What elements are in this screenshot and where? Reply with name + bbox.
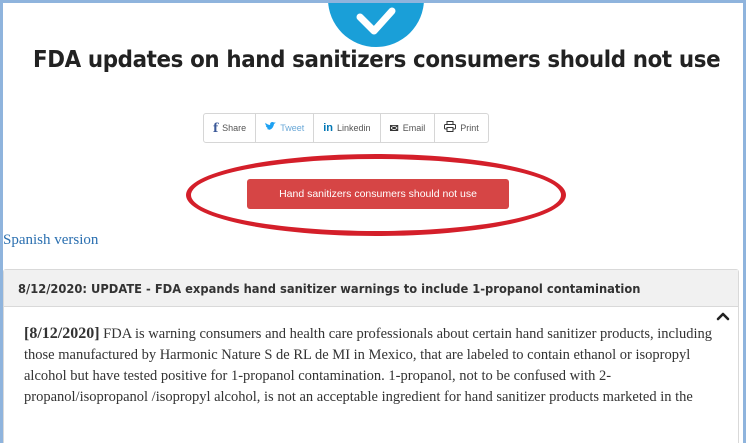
spanish-version-link[interactable]: Spanish version — [3, 232, 98, 249]
linkedin-icon: in — [323, 122, 333, 134]
print-icon — [444, 121, 457, 135]
page-frame: FDA updates on hand sanitizers consumers… — [3, 3, 743, 443]
facebook-icon: f — [213, 121, 219, 135]
page-title: FDA updates on hand sanitizers consumers… — [33, 47, 721, 73]
share-linkedin-button[interactable]: in Linkedin — [314, 114, 381, 142]
checkmark-icon — [356, 7, 396, 35]
share-print-button[interactable]: Print — [435, 114, 488, 142]
twitter-icon — [265, 122, 277, 134]
email-icon: ✉ — [389, 122, 399, 135]
panel-heading[interactable]: 8/12/2020: UPDATE - FDA expands hand san… — [4, 270, 738, 307]
panel-body-text: FDA is warning consumers and health care… — [24, 326, 713, 405]
panel-heading-text: 8/12/2020: UPDATE - FDA expands hand san… — [18, 280, 641, 296]
share-email-button[interactable]: ✉ Email — [381, 114, 436, 142]
share-bar: f Share Tweet in Linkedin ✉ Email Print — [203, 113, 489, 143]
checkmark-badge — [328, 3, 424, 47]
email-label: Email — [402, 123, 426, 133]
linkedin-label: Linkedin — [337, 123, 371, 133]
share-facebook-button[interactable]: f Share — [204, 114, 257, 142]
panel-body: [8/12/2020] FDA is warning consumers and… — [4, 307, 738, 408]
tweet-label: Tweet — [280, 123, 305, 133]
hand-sanitizers-list-button[interactable]: Hand sanitizers consumers should not use — [247, 179, 509, 209]
share-label: Share — [222, 123, 247, 133]
update-panel: 8/12/2020: UPDATE - FDA expands hand san… — [3, 269, 739, 443]
share-twitter-button[interactable]: Tweet — [256, 114, 315, 142]
update-date: [8/12/2020] — [24, 325, 100, 342]
print-label: Print — [460, 123, 479, 133]
chevron-up-icon[interactable] — [716, 308, 730, 326]
